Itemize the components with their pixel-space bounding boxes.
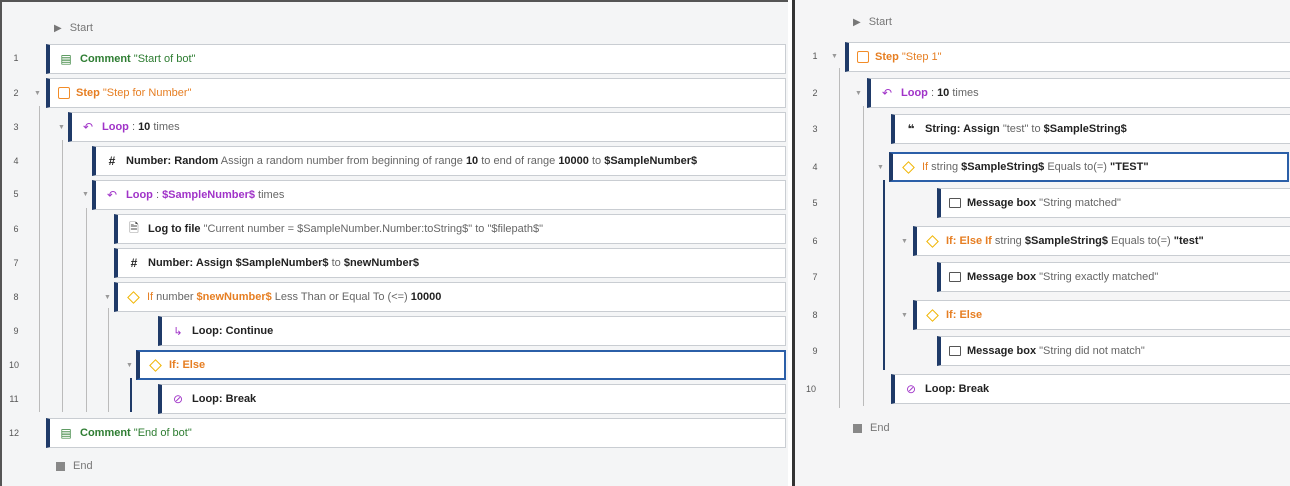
- start-node[interactable]: ▶ Start: [853, 16, 892, 28]
- loop-icon: ↶: [881, 86, 893, 100]
- nesting-guide: [130, 378, 132, 412]
- action-row-comment[interactable]: ▤ Comment "End of bot": [46, 418, 786, 448]
- collapse-icon[interactable]: ▼: [831, 53, 838, 60]
- collapse-icon[interactable]: ▼: [877, 164, 884, 171]
- line-number: 9: [812, 346, 818, 356]
- message-box-icon: [949, 272, 961, 282]
- collapse-icon[interactable]: ▼: [104, 294, 111, 301]
- if-icon: [926, 308, 939, 322]
- collapse-icon[interactable]: ▼: [855, 90, 862, 97]
- play-icon: ▶: [853, 16, 861, 28]
- collapse-icon[interactable]: ▼: [34, 90, 41, 97]
- quote-icon: ❝: [907, 122, 915, 136]
- action-row-message-box[interactable]: Message box "String matched": [937, 188, 1290, 218]
- line-number: 3: [13, 122, 19, 132]
- action-row-message-box[interactable]: Message box "String exactly matched": [937, 262, 1290, 292]
- right-bot-editor-panel: ▶ Start 1 ▼ 2 ▼ 3 4 ▼ 5 6 ▼ 7 8 ▼ 9 10 S…: [792, 0, 1290, 486]
- nesting-guide: [108, 308, 109, 412]
- line-number: 7: [812, 272, 818, 282]
- line-number: 10: [805, 384, 816, 394]
- message-box-icon: [949, 198, 961, 208]
- line-number: 4: [812, 162, 818, 172]
- action-row-loop-break[interactable]: ⊘ Loop: Break: [158, 384, 786, 414]
- collapse-icon[interactable]: ▼: [901, 238, 908, 245]
- line-number: 2: [812, 88, 818, 98]
- loop-break-icon: ⊘: [905, 382, 917, 396]
- stop-icon: [56, 461, 65, 471]
- line-number: 10: [8, 360, 19, 370]
- nesting-guide: [883, 180, 885, 370]
- line-number: 8: [812, 310, 818, 320]
- start-node[interactable]: ▶ Start: [54, 22, 93, 34]
- nesting-guide: [39, 106, 40, 412]
- action-row-number-assign[interactable]: # Number: Assign $SampleNumber$ to $newN…: [114, 248, 786, 278]
- line-number: 1: [13, 53, 19, 63]
- step-icon: [58, 87, 70, 99]
- line-number: 6: [13, 224, 19, 234]
- line-number: 12: [8, 428, 19, 438]
- line-number: 3: [812, 124, 818, 134]
- if-icon: [149, 358, 162, 372]
- action-row-if-else[interactable]: If: Else: [136, 350, 786, 380]
- stop-icon: [853, 423, 862, 433]
- action-row-number-random[interactable]: # Number: Random Assign a random number …: [92, 146, 786, 176]
- line-number: 5: [812, 198, 818, 208]
- loop-break-icon: ⊘: [172, 392, 184, 406]
- line-number: 2: [13, 88, 19, 98]
- collapse-icon[interactable]: ▼: [126, 362, 133, 369]
- collapse-icon[interactable]: ▼: [58, 124, 65, 131]
- action-row-loop[interactable]: ↶ Loop : 10 times: [68, 112, 786, 142]
- left-bot-editor-panel: ▶ Start 1 2 ▼ 3 ▼ 4 5 ▼ 6 7 8 ▼ 9 10 ▼ 1…: [0, 0, 788, 486]
- nesting-guide: [863, 106, 864, 406]
- loop-icon: ↶: [106, 188, 118, 202]
- loop-continue-icon: ↳: [173, 325, 183, 338]
- line-number: 6: [812, 236, 818, 246]
- line-number: 11: [9, 394, 19, 404]
- line-number: 9: [13, 326, 19, 336]
- action-row-string-assign[interactable]: ❝ String: Assign "test" to $SampleString…: [891, 114, 1290, 144]
- end-node[interactable]: End: [56, 460, 93, 472]
- step-icon: [857, 51, 869, 63]
- action-row-step[interactable]: Step "Step for Number": [46, 78, 786, 108]
- action-row-loop[interactable]: ↶ Loop : 10 times: [867, 78, 1290, 108]
- if-icon: [926, 234, 939, 248]
- action-row-loop[interactable]: ↶ Loop : $SampleNumber$ times: [92, 180, 786, 210]
- nesting-guide: [62, 140, 63, 412]
- action-row-if[interactable]: If number $newNumber$ Less Than or Equal…: [114, 282, 786, 312]
- line-number: 8: [13, 292, 19, 302]
- action-row-step[interactable]: Step "Step 1": [845, 42, 1290, 72]
- if-icon: [127, 290, 140, 304]
- action-row-if-else[interactable]: If: Else: [913, 300, 1290, 330]
- hash-icon: #: [130, 256, 138, 270]
- nesting-guide: [86, 208, 87, 412]
- line-number: 7: [13, 258, 19, 268]
- log-file-icon: 🗎: [129, 220, 139, 235]
- action-row-comment[interactable]: ▤ Comment "Start of bot": [46, 44, 786, 74]
- collapse-icon[interactable]: ▼: [901, 312, 908, 319]
- loop-icon: ↶: [82, 120, 94, 134]
- action-row-message-box[interactable]: Message box "String did not match": [937, 336, 1290, 366]
- hash-icon: #: [108, 154, 116, 168]
- action-row-loop-continue[interactable]: ↳ Loop: Continue: [158, 316, 786, 346]
- action-row-loop-break[interactable]: ⊘ Loop: Break: [891, 374, 1290, 404]
- line-number: 5: [13, 189, 19, 199]
- action-row-if-else-if[interactable]: If: Else If string $SampleString$ Equals…: [913, 226, 1290, 256]
- nesting-guide: [839, 68, 840, 408]
- line-number: 4: [13, 156, 19, 166]
- message-box-icon: [949, 346, 961, 356]
- collapse-icon[interactable]: ▼: [82, 191, 89, 198]
- comment-icon: ▤: [60, 52, 72, 66]
- end-node[interactable]: End: [853, 422, 890, 434]
- action-row-log-to-file[interactable]: 🗎 Log to file "Current number = $SampleN…: [114, 214, 786, 244]
- action-row-if[interactable]: If string $SampleString$ Equals to(=) "T…: [889, 152, 1289, 182]
- line-number: 1: [812, 51, 818, 61]
- comment-icon: ▤: [60, 426, 72, 440]
- if-icon: [902, 160, 915, 174]
- play-icon: ▶: [54, 22, 62, 34]
